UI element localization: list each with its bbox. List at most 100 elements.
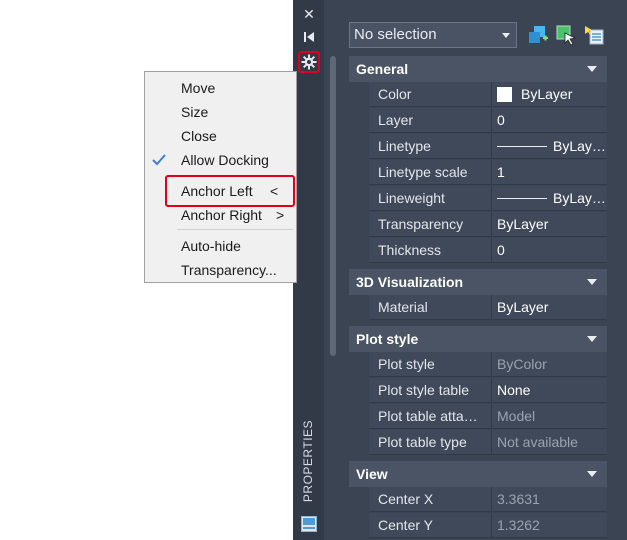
menu-item-label: Transparency... (181, 262, 277, 278)
quick-select-icon[interactable] (583, 24, 605, 46)
section-title: Plot style (356, 331, 419, 347)
chevron-down-icon (502, 33, 510, 38)
property-value[interactable]: 1 (491, 160, 607, 185)
row-gutter (349, 295, 369, 321)
property-value[interactable]: ByLayer (491, 295, 607, 320)
property-value-text: ByLay… (553, 190, 606, 206)
menu-item-label: Size (181, 104, 209, 120)
section-plot-style[interactable]: Plot style (349, 326, 607, 352)
property-row-plot-table-type[interactable]: Plot table type Not available (349, 430, 607, 456)
property-name: Plot table atta… (369, 404, 491, 429)
property-row-center-y[interactable]: Center Y 1.3262 (349, 513, 607, 539)
section-general[interactable]: General (349, 56, 607, 82)
property-value: Not available (491, 430, 607, 455)
menu-item-label: Close (181, 128, 217, 144)
property-name: Linetype (369, 134, 491, 159)
menu-item-label: Allow Docking (181, 152, 269, 168)
lineweight-preview-icon (497, 198, 547, 199)
section-title: 3D Visualization (356, 274, 464, 290)
row-gutter (349, 82, 369, 108)
menu-item-transparency[interactable]: Transparency... (145, 258, 296, 282)
row-gutter (349, 186, 369, 212)
property-value-text: ByLay… (553, 138, 606, 154)
property-value[interactable]: ByLayer (491, 82, 607, 107)
palette-scrollbar[interactable] (330, 56, 336, 356)
property-name: Color (369, 82, 491, 107)
section-title: View (356, 466, 388, 482)
property-name: Center X (369, 487, 491, 512)
property-row-lineweight[interactable]: Lineweight ByLay… (349, 186, 607, 212)
property-value: ByColor (491, 352, 607, 377)
property-name: Plot style table (369, 378, 491, 403)
row-gutter (349, 160, 369, 186)
menu-separator (177, 229, 293, 230)
selection-dropdown[interactable]: No selection (349, 22, 517, 48)
menu-item-size[interactable]: Size (145, 100, 296, 124)
property-row-plot-style[interactable]: Plot style ByColor (349, 352, 607, 378)
property-row-center-x[interactable]: Center X 3.3631 (349, 487, 607, 513)
property-value: Model (491, 404, 607, 429)
property-row-linetype-scale[interactable]: Linetype scale 1 (349, 160, 607, 186)
palette-titlebar: ✕ PROPERTIES (293, 0, 324, 540)
property-value[interactable]: None (491, 378, 607, 403)
section-view[interactable]: View (349, 461, 607, 487)
select-objects-icon[interactable] (555, 24, 577, 46)
properties-app-icon[interactable] (301, 516, 317, 532)
palette-title-text: PROPERTIES (301, 419, 315, 503)
property-row-color[interactable]: Color ByLayer (349, 82, 607, 108)
close-icon[interactable]: ✕ (299, 6, 319, 22)
property-row-layer[interactable]: Layer 0 (349, 108, 607, 134)
row-gutter (349, 430, 369, 456)
property-name: Thickness (369, 238, 491, 263)
property-row-transparency[interactable]: Transparency ByLayer (349, 212, 607, 238)
property-name: Lineweight (369, 186, 491, 211)
color-swatch-icon (497, 87, 512, 102)
property-value: 3.3631 (491, 487, 607, 512)
row-gutter (349, 404, 369, 430)
menu-item-allow-docking[interactable]: Allow Docking (145, 148, 296, 172)
section-3d-visualization[interactable]: 3D Visualization (349, 269, 607, 295)
row-gutter (349, 212, 369, 238)
menu-item-close[interactable]: Close (145, 124, 296, 148)
property-name: Plot table type (369, 430, 491, 455)
property-name: Transparency (369, 212, 491, 237)
gear-highlight-box (298, 51, 320, 73)
property-value[interactable]: ByLayer (491, 212, 607, 237)
menu-item-auto-hide[interactable]: Auto-hide (145, 234, 296, 258)
palette-title: PROPERTIES (293, 420, 324, 510)
row-gutter (349, 378, 369, 404)
row-gutter (349, 134, 369, 160)
property-name: Center Y (369, 513, 491, 538)
property-name: Material (369, 295, 491, 320)
property-name: Plot style (369, 352, 491, 377)
row-gutter (349, 487, 369, 513)
property-value[interactable]: ByLay… (491, 134, 607, 159)
property-row-linetype[interactable]: Linetype ByLay… (349, 134, 607, 160)
menu-item-label: Move (181, 80, 216, 96)
menu-item-move[interactable]: Move (145, 76, 296, 100)
row-gutter (349, 238, 369, 264)
checkmark-icon (152, 154, 166, 166)
property-value: 1.3262 (491, 513, 607, 538)
property-row-plot-style-table[interactable]: Plot style table None (349, 378, 607, 404)
property-row-thickness[interactable]: Thickness 0 (349, 238, 607, 264)
collapse-caret-icon (587, 471, 597, 477)
toggle-pickadd-icon[interactable] (527, 24, 549, 46)
collapse-caret-icon (587, 279, 597, 285)
auto-hide-icon[interactable] (299, 30, 319, 46)
selection-dropdown-value: No selection (354, 26, 437, 43)
anchor-left-highlight-box (165, 175, 295, 207)
row-gutter (349, 352, 369, 378)
property-value-text: ByLayer (521, 86, 573, 102)
property-value[interactable]: 0 (491, 238, 607, 263)
row-gutter (349, 108, 369, 134)
property-value[interactable]: 0 (491, 108, 607, 133)
collapse-caret-icon (587, 66, 597, 72)
property-row-plot-table-attached[interactable]: Plot table atta… Model (349, 404, 607, 430)
property-value[interactable]: ByLay… (491, 186, 607, 211)
linetype-preview-icon (497, 146, 547, 147)
property-row-material[interactable]: Material ByLayer (349, 295, 607, 321)
properties-palette: ✕ PROPERTIES No selection General Color (293, 0, 627, 540)
row-gutter (349, 513, 369, 539)
collapse-caret-icon (587, 336, 597, 342)
